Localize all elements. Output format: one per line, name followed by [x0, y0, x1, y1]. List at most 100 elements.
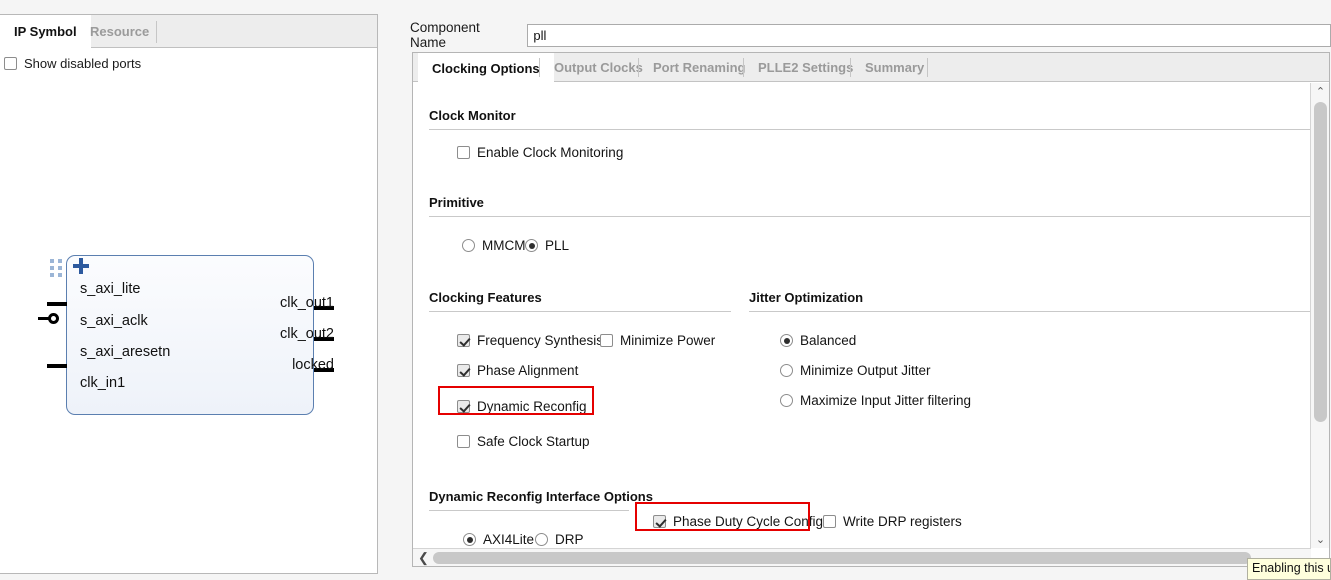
tab-summary[interactable]: Summary: [851, 53, 938, 82]
clocking-feature-phase-alignment[interactable]: Phase Alignment: [457, 363, 578, 378]
minimize-power-label: Minimize Power: [620, 333, 716, 348]
vertical-scrollbar-thumb[interactable]: [1314, 102, 1327, 422]
tab-plle2-settings[interactable]: PLLE2 Settings: [744, 53, 867, 82]
section-title-primitive: Primitive: [429, 195, 484, 210]
show-disabled-ports-checkbox[interactable]: [4, 57, 17, 70]
section-rule-primitive: [429, 216, 1311, 217]
component-name-input[interactable]: [527, 23, 1331, 47]
section-title-clock-monitor: Clock Monitor: [429, 108, 516, 123]
clocking-feature-minimize-power[interactable]: Minimize Power: [600, 333, 715, 348]
drp-radio[interactable]: [535, 533, 548, 546]
expand-bus-plus-icon[interactable]: [73, 258, 89, 274]
tab-separator-5: [927, 58, 928, 77]
left-panel-tabbar: IP Symbol Resource: [0, 15, 377, 49]
maximize-input-jitter-filtering-radio[interactable]: [780, 394, 793, 407]
safe-clock-startup-label: Safe Clock Startup: [477, 434, 590, 449]
port-stub-clk-in1: [47, 364, 67, 368]
scroll-left-arrow-icon[interactable]: ❮: [415, 549, 432, 566]
tab-resource[interactable]: Resource: [76, 15, 163, 48]
primitive-mmcm-label: MMCM: [482, 238, 526, 253]
horizontal-scrollbar-thumb[interactable]: [433, 552, 1251, 564]
port-label-s-axi-aclk: s_axi_aclk: [80, 313, 148, 329]
port-label-clk-in1: clk_in1: [80, 375, 126, 391]
tab-clocking-options[interactable]: Clocking Options: [418, 53, 554, 83]
dynamic-reconfig-label: Dynamic Reconfig: [477, 399, 587, 414]
phase-duty-cycle-config-checkbox[interactable]: [653, 515, 666, 528]
axi4lite-label: AXI4Lite: [483, 532, 535, 547]
component-name-row: Component Name: [410, 20, 1331, 50]
phase-duty-cycle-config-row[interactable]: Phase Duty Cycle Config: [653, 514, 823, 529]
primitive-option-pll[interactable]: PLL: [525, 238, 569, 253]
primitive-option-mmcm[interactable]: MMCM: [462, 238, 526, 253]
minimize-output-jitter-radio[interactable]: [780, 364, 793, 377]
show-disabled-ports-row[interactable]: Show disabled ports: [4, 56, 141, 71]
port-label-locked: locked: [292, 357, 334, 373]
port-label-s-axi-aresetn: s_axi_aresetn: [80, 344, 171, 360]
clocking-feature-dynamic-reconfig[interactable]: Dynamic Reconfig: [457, 399, 587, 414]
maximize-input-jitter-filtering-label: Maximize Input Jitter filtering: [800, 393, 972, 408]
enable-clock-monitoring-checkbox[interactable]: [457, 146, 470, 159]
clocking-feature-safe-clock-startup[interactable]: Safe Clock Startup: [457, 434, 590, 449]
tab-plle2-settings-label: PLLE2 Settings: [758, 60, 854, 75]
vertical-scrollbar[interactable]: ⌃ ⌄: [1310, 83, 1329, 548]
write-drp-registers-checkbox[interactable]: [823, 515, 836, 528]
clocking-feature-frequency-synthesis[interactable]: Frequency Synthesis: [457, 333, 603, 348]
section-rule-dynamic-reconfig-interface: [429, 510, 629, 511]
ip-symbol-panel: IP Symbol Resource Show disabled ports s…: [0, 14, 378, 574]
section-title-dynamic-reconfig-interface: Dynamic Reconfig Interface Options: [429, 489, 653, 504]
jitter-option-maximize-input-jitter-filtering[interactable]: Maximize Input Jitter filtering: [780, 393, 971, 408]
ip-symbol-body: [66, 255, 314, 415]
enable-clock-monitoring-label: Enable Clock Monitoring: [477, 145, 624, 160]
scroll-down-arrow-icon[interactable]: ⌄: [1311, 531, 1330, 548]
port-label-s-axi-lite: s_axi_lite: [80, 281, 141, 297]
show-disabled-ports-label: Show disabled ports: [24, 56, 142, 71]
section-title-clocking-features: Clocking Features: [429, 290, 542, 305]
ip-symbol-diagram: s_axi_lite s_axi_aclk s_axi_aresetn clk_…: [36, 233, 356, 423]
primitive-mmcm-radio[interactable]: [462, 239, 475, 252]
phase-alignment-checkbox[interactable]: [457, 364, 470, 377]
frequency-synthesis-label: Frequency Synthesis: [477, 333, 604, 348]
horizontal-scrollbar[interactable]: ❮: [413, 548, 1311, 566]
axi4lite-radio[interactable]: [463, 533, 476, 546]
minimize-output-jitter-label: Minimize Output Jitter: [800, 363, 931, 378]
drp-interface-drp[interactable]: DRP: [535, 532, 584, 547]
dynamic-reconfig-checkbox[interactable]: [457, 400, 470, 413]
jitter-option-balanced[interactable]: Balanced: [780, 333, 856, 348]
tab-output-clocks-label: Output Clocks: [554, 60, 643, 75]
primitive-pll-label: PLL: [545, 238, 570, 253]
tab-summary-label: Summary: [865, 60, 925, 75]
primitive-pll-radio[interactable]: [525, 239, 538, 252]
drp-interface-axi4lite[interactable]: AXI4Lite: [463, 532, 534, 547]
write-drp-registers-label: Write DRP registers: [843, 514, 962, 529]
balanced-radio[interactable]: [780, 334, 793, 347]
port-stub-s-axi-aclk: [47, 302, 67, 306]
minimize-power-checkbox[interactable]: [600, 334, 613, 347]
safe-clock-startup-checkbox[interactable]: [457, 435, 470, 448]
component-name-label: Component Name: [410, 20, 480, 50]
tab-clocking-options-label: Clocking Options: [432, 60, 540, 76]
settings-tabbar: Clocking Options Output Clocks Port Rena…: [413, 53, 1329, 83]
tab-resource-label: Resource: [90, 24, 150, 39]
active-low-bubble-icon: [48, 313, 59, 324]
tab-port-renaming[interactable]: Port Renaming: [639, 53, 759, 82]
tab-ip-symbol-label: IP Symbol: [14, 24, 77, 39]
tooltip: Enabling this u: [1247, 558, 1331, 580]
clocking-options-content: Clock Monitor Enable Clock Monitoring Pr…: [413, 83, 1311, 548]
section-rule-clock-monitor: [429, 129, 1311, 130]
frequency-synthesis-checkbox[interactable]: [457, 334, 470, 347]
tab-port-renaming-label: Port Renaming: [653, 60, 746, 75]
bus-interface-grip-icon[interactable]: [50, 259, 65, 279]
tab-separator: [156, 21, 157, 43]
phase-duty-cycle-config-label: Phase Duty Cycle Config: [673, 514, 824, 529]
section-title-jitter-optimization: Jitter Optimization: [749, 290, 864, 305]
jitter-option-minimize-output-jitter[interactable]: Minimize Output Jitter: [780, 363, 931, 378]
port-label-clk-out1: clk_out1: [279, 295, 334, 311]
drp-label: DRP: [555, 532, 584, 547]
scroll-up-arrow-icon[interactable]: ⌃: [1311, 83, 1330, 100]
phase-alignment-label: Phase Alignment: [477, 363, 579, 378]
section-rule-jitter-optimization: [749, 311, 1311, 312]
section-rule-clocking-features: [429, 311, 731, 312]
port-label-clk-out2: clk_out2: [279, 326, 334, 342]
write-drp-registers-row[interactable]: Write DRP registers: [823, 514, 962, 529]
enable-clock-monitoring-row[interactable]: Enable Clock Monitoring: [457, 145, 623, 160]
